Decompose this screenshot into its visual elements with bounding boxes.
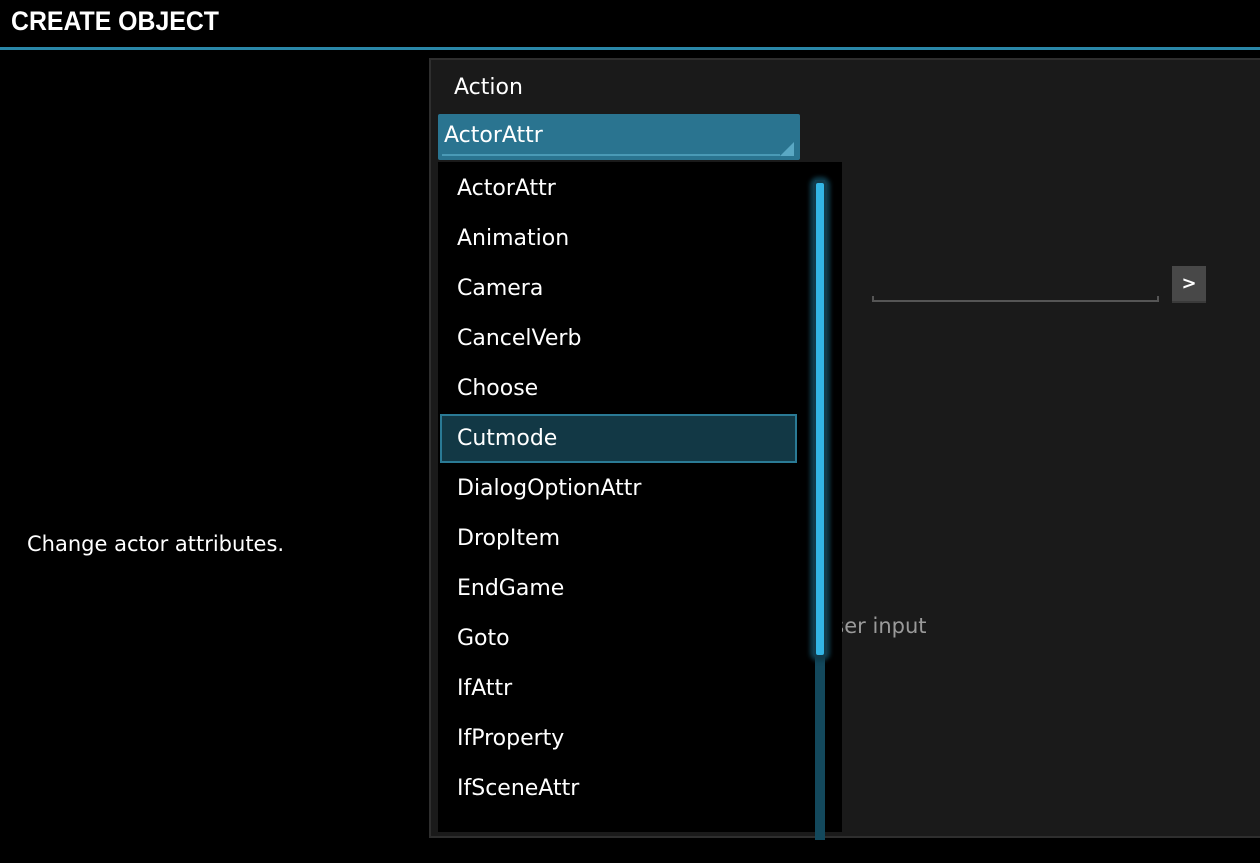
action-dropdown-list[interactable]: IfSceneAttr IfProperty IfAttr Goto EndGame Dr… — [438, 162, 842, 840]
dropdown-item[interactable]: CancelVerb — [440, 314, 797, 363]
go-button[interactable]: > — [1172, 266, 1206, 303]
action-select[interactable]: ActorAttr — [438, 114, 800, 160]
select-underline — [442, 154, 780, 156]
action-label: Action — [454, 75, 523, 100]
dropdown-item[interactable]: IfSceneAttr — [440, 764, 797, 813]
scrollbar-thumb[interactable] — [813, 180, 827, 658]
dropdown-arrow-icon — [780, 142, 794, 156]
dropdown-item[interactable] — [440, 814, 797, 863]
dropdown-item[interactable]: Animation — [440, 214, 797, 263]
action-description: Change actor attributes. — [27, 532, 285, 556]
dropdown-item[interactable]: Choose — [440, 364, 797, 413]
dropdown-item[interactable]: Camera — [440, 264, 797, 313]
header-divider — [0, 47, 1260, 50]
text-input[interactable] — [872, 270, 1159, 302]
dropdown-item[interactable]: ActorAttr — [440, 164, 797, 213]
action-select-value: ActorAttr — [444, 123, 543, 148]
dropdown-item[interactable]: Goto — [440, 614, 797, 663]
dropdown-item[interactable]: EndGame — [440, 564, 797, 613]
dropdown-item[interactable]: IfAttr — [440, 664, 797, 713]
dropdown-item[interactable]: DialogOptionAttr — [440, 464, 797, 513]
dropdown-item[interactable]: Cutmode — [440, 414, 797, 463]
dropdown-item[interactable]: IfProperty — [440, 714, 797, 763]
header: CREATE OBJECT — [0, 0, 1260, 47]
dropdown-item[interactable]: DropItem — [440, 514, 797, 563]
page-title: CREATE OBJECT — [11, 6, 219, 36]
